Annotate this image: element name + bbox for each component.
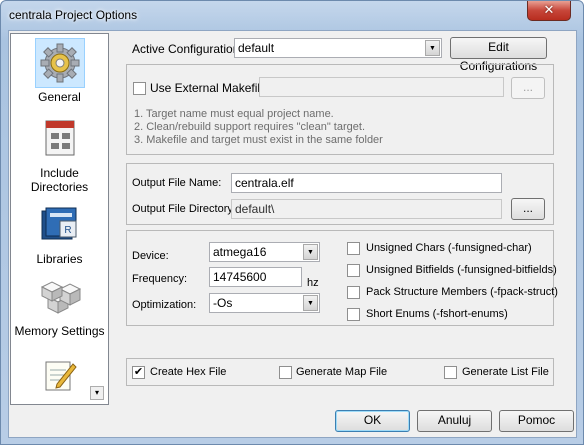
- short-enums-label: Short Enums (-fshort-enums): [366, 308, 508, 320]
- sidebar-item-libraries[interactable]: R Libraries: [11, 200, 108, 266]
- sidebar-item-label: Include Directories: [30, 166, 89, 194]
- include-directories-icon: [35, 114, 85, 164]
- makefile-note-3: 3. Makefile and target must exist in the…: [134, 134, 383, 146]
- generate-map-file-checkbox[interactable]: [279, 366, 292, 379]
- chevron-down-icon: ▼: [303, 244, 318, 260]
- use-external-makefile-checkbox[interactable]: [133, 82, 146, 95]
- sidebar-item-memory-settings[interactable]: Memory Settings: [11, 272, 108, 338]
- makefile-note-1: 1. Target name must equal project name.: [134, 108, 334, 120]
- window-title: centrala Project Options: [9, 8, 138, 22]
- memory-blocks-icon: [35, 272, 85, 322]
- create-hex-file-checkbox[interactable]: ✔: [132, 366, 145, 379]
- chevron-down-icon: ▼: [425, 40, 440, 56]
- chevron-down-icon: ▼: [303, 295, 318, 311]
- pack-structure-members-label: Pack Structure Members (-fpack-struct): [366, 286, 558, 298]
- help-button[interactable]: Pomoc: [499, 410, 574, 432]
- sidebar-item-general[interactable]: General: [11, 38, 108, 104]
- makefile-path-input[interactable]: [259, 77, 504, 97]
- frequency-unit: hz: [307, 277, 319, 289]
- create-hex-file-label: Create Hex File: [150, 366, 227, 378]
- title-bar: centrala Project Options ✕: [1, 1, 583, 31]
- ok-button[interactable]: OK: [335, 410, 410, 432]
- close-button[interactable]: ✕: [527, 1, 571, 21]
- device-select[interactable]: atmega16 ▼: [209, 242, 320, 262]
- notepad-pencil-icon: [35, 356, 85, 394]
- generate-list-file-label: Generate List File: [462, 366, 549, 378]
- generate-map-file-label: Generate Map File: [296, 366, 388, 378]
- optimization-value: -Os: [213, 296, 233, 310]
- svg-text:R: R: [64, 225, 71, 236]
- active-configuration-select[interactable]: default ▼: [234, 38, 442, 58]
- sidebar-item-include-directories[interactable]: Include Directories: [11, 114, 108, 194]
- unsigned-bitfields-checkbox[interactable]: [347, 264, 360, 277]
- optimization-label: Optimization:: [132, 299, 197, 311]
- use-external-makefile-label: Use External Makefile: [150, 81, 267, 95]
- unsigned-bitfields-label: Unsigned Bitfields (-funsigned-bitfields…: [366, 264, 557, 276]
- sidebar-item-label: Memory Settings: [14, 324, 105, 338]
- sidebar-scroll-down-button[interactable]: ▾: [90, 386, 104, 400]
- output-directory-browse-button[interactable]: ...: [511, 198, 545, 220]
- gear-icon: [34, 38, 85, 88]
- device-label: Device:: [132, 250, 169, 262]
- libraries-icon: R: [35, 200, 85, 250]
- pack-structure-members-checkbox[interactable]: [347, 286, 360, 299]
- makefile-browse-button[interactable]: ...: [511, 77, 545, 99]
- sidebar-item-label: General: [38, 90, 81, 104]
- project-options-window: centrala Project Options ✕ General Inclu…: [0, 0, 584, 445]
- output-file-name-input[interactable]: centrala.elf: [231, 173, 502, 193]
- output-file-name-label: Output File Name:: [132, 177, 222, 189]
- device-value: atmega16: [213, 245, 267, 259]
- active-configuration-label: Active Configuration: [132, 42, 240, 56]
- output-directory-input[interactable]: default\: [231, 199, 502, 219]
- output-file-directory-label: Output File Directory:: [132, 203, 236, 215]
- category-sidebar: General Include Directories R Libraries …: [10, 33, 109, 405]
- dialog-client-area: General Include Directories R Libraries …: [8, 30, 577, 438]
- active-configuration-value: default: [238, 41, 275, 55]
- unsigned-chars-label: Unsigned Chars (-funsigned-char): [366, 242, 532, 254]
- edit-configurations-button[interactable]: Edit Configurations: [450, 37, 547, 73]
- short-enums-checkbox[interactable]: [347, 308, 360, 321]
- frequency-input[interactable]: 14745600: [209, 267, 302, 287]
- unsigned-chars-checkbox[interactable]: [347, 242, 360, 255]
- sidebar-item-label: Libraries: [36, 252, 83, 266]
- cancel-button[interactable]: Anuluj: [417, 410, 492, 432]
- optimization-select[interactable]: -Os ▼: [209, 293, 320, 313]
- makefile-note-2: 2. Clean/rebuild support requires "clean…: [134, 121, 365, 133]
- generate-list-file-checkbox[interactable]: [444, 366, 457, 379]
- frequency-label: Frequency:: [132, 273, 188, 285]
